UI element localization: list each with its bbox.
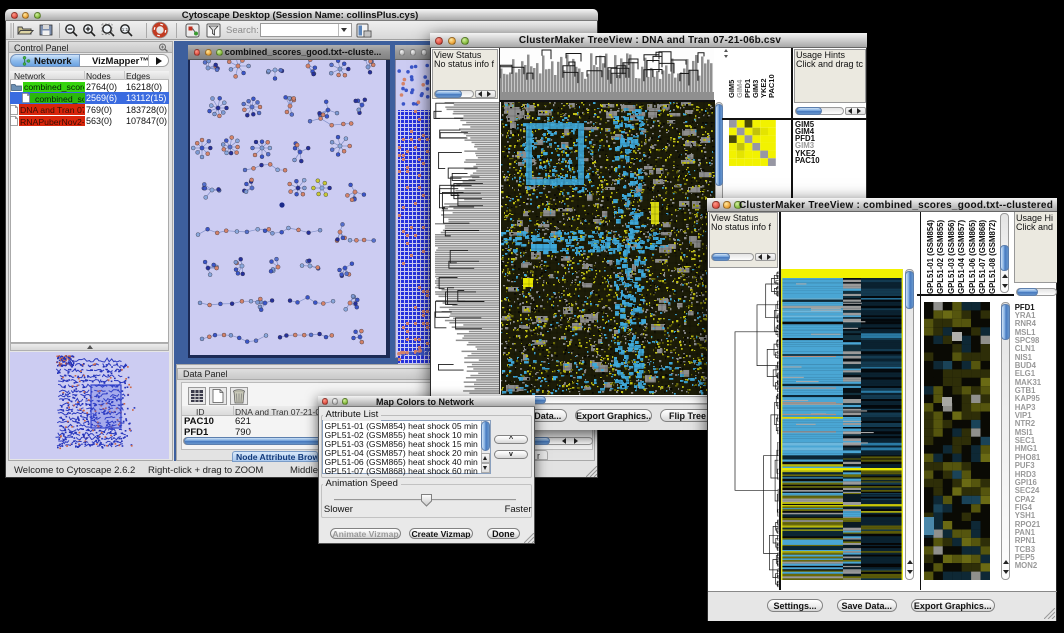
svg-text:1:1: 1:1 [122,27,129,32]
